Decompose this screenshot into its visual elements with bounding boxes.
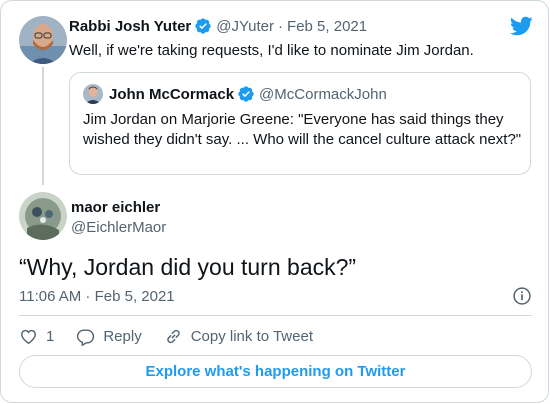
reply-icon bbox=[77, 328, 95, 346]
copy-link-button[interactable]: Copy link to Tweet bbox=[164, 327, 313, 346]
thread-line bbox=[42, 67, 44, 185]
parent-author-avatar[interactable] bbox=[19, 16, 67, 64]
copy-link-label: Copy link to Tweet bbox=[190, 327, 313, 345]
link-icon bbox=[166, 329, 180, 343]
reply-label: Reply bbox=[103, 327, 142, 345]
explore-twitter-button[interactable]: Explore what's happening on Twitter bbox=[19, 355, 532, 388]
main-author-name[interactable]: maor eichler bbox=[71, 199, 160, 216]
main-author-avatar[interactable] bbox=[19, 192, 67, 240]
main-tweet-timestamp[interactable]: 11:06 AM · Feb 5, 2021 bbox=[19, 288, 175, 305]
quoted-author-name[interactable]: John McCormack bbox=[109, 86, 234, 103]
like-button[interactable]: 1 bbox=[19, 327, 54, 346]
main-tweet-text: “Why, Jordan did you turn back?” bbox=[19, 254, 357, 280]
header-separator: · bbox=[278, 17, 284, 35]
parent-author-handle[interactable]: @JYuter bbox=[216, 18, 274, 35]
like-count: 1 bbox=[46, 327, 55, 345]
parent-tweet-text: Well, if we're taking requests, I'd like… bbox=[69, 42, 474, 59]
tweet-embed-card: Rabbi Josh Yuter @JYuter · Feb 5, 2021 W… bbox=[0, 0, 549, 403]
tweet-actions: 1 Reply Copy link to Tweet bbox=[19, 326, 335, 346]
parent-tweet-date[interactable]: Feb 5, 2021 bbox=[287, 18, 367, 35]
divider bbox=[19, 315, 532, 316]
parent-tweet-header: Rabbi Josh Yuter @JYuter · Feb 5, 2021 bbox=[69, 17, 367, 35]
quoted-tweet-header: John McCormack @McCormackJohn bbox=[83, 84, 387, 104]
quoted-tweet[interactable]: John McCormack @McCormackJohn Jim Jordan… bbox=[69, 72, 531, 175]
verified-badge-icon bbox=[237, 85, 255, 103]
info-icon[interactable] bbox=[512, 286, 532, 306]
twitter-bird-icon[interactable] bbox=[509, 14, 533, 38]
quoted-author-avatar[interactable] bbox=[83, 84, 103, 104]
heart-icon bbox=[21, 329, 36, 344]
parent-author-name[interactable]: Rabbi Josh Yuter bbox=[69, 18, 191, 35]
quoted-tweet-text: Jim Jordan on Marjorie Greene: "Everyone… bbox=[83, 111, 522, 148]
verified-badge-icon bbox=[194, 17, 212, 35]
reply-button[interactable]: Reply bbox=[76, 327, 142, 346]
quoted-author-handle[interactable]: @McCormackJohn bbox=[259, 86, 387, 103]
main-author-handle[interactable]: @EichlerMaor bbox=[71, 219, 166, 236]
